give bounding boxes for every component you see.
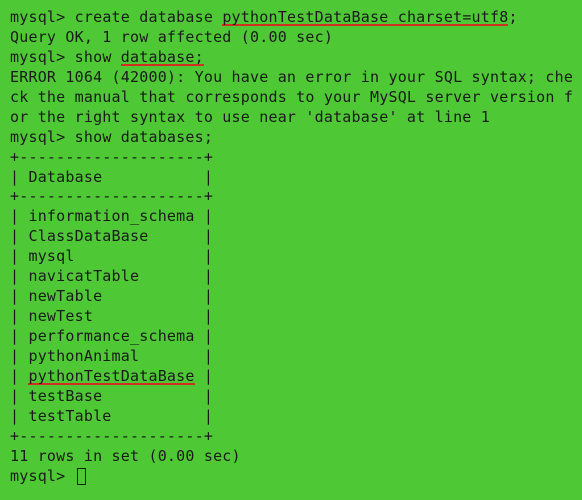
cmd-line-3: mysql> show databases; bbox=[10, 128, 572, 148]
error-line: ck the manual that corresponds to your M… bbox=[10, 88, 572, 108]
table-separator: +--------------------+ bbox=[10, 427, 572, 447]
output-line: Query OK, 1 row affected (0.00 sec) bbox=[10, 28, 572, 48]
table-row: | newTable | bbox=[10, 287, 572, 307]
table-row: | mysql | bbox=[10, 247, 572, 267]
cmd-line-2: mysql> show database; bbox=[10, 48, 572, 68]
table-row: | testBase | bbox=[10, 387, 572, 407]
cmd-text: show databases; bbox=[65, 128, 213, 146]
table-separator: +--------------------+ bbox=[10, 187, 572, 207]
table-row: | navicatTable | bbox=[10, 267, 572, 287]
error-line: ERROR 1064 (42000): You have an error in… bbox=[10, 68, 572, 88]
error-line: or the right syntax to use near 'databas… bbox=[10, 108, 572, 128]
table-row: | newTest | bbox=[10, 307, 572, 327]
prompt: mysql> bbox=[10, 128, 65, 146]
cmd-text: ; bbox=[508, 8, 517, 26]
row-post: | bbox=[195, 367, 213, 385]
cmd-text: show bbox=[65, 48, 120, 66]
table-row: | information_schema | bbox=[10, 207, 572, 227]
prompt: mysql> bbox=[10, 467, 65, 485]
table-row: | ClassDataBase | bbox=[10, 227, 572, 247]
cmd-line-1: mysql> create database pythonTestDataBas… bbox=[10, 8, 572, 28]
table-row: | performance_schema | bbox=[10, 327, 572, 347]
space bbox=[65, 467, 74, 485]
underline-annotation: database; bbox=[121, 50, 204, 66]
summary-line: 11 rows in set (0.00 sec) bbox=[10, 447, 572, 467]
table-row-highlighted: | pythonTestDataBase | bbox=[10, 367, 572, 387]
cmd-text: create database bbox=[65, 8, 222, 26]
underline-annotation: pythonTestDataBase bbox=[28, 369, 194, 385]
table-header: | Database | bbox=[10, 168, 572, 188]
table-row: | testTable | bbox=[10, 407, 572, 427]
prompt-line[interactable]: mysql> bbox=[10, 467, 572, 487]
cursor-icon bbox=[77, 468, 86, 485]
prompt: mysql> bbox=[10, 8, 65, 26]
row-pre: | bbox=[10, 367, 28, 385]
table-row: | pythonAnimal | bbox=[10, 347, 572, 367]
table-separator: +--------------------+ bbox=[10, 148, 572, 168]
underline-annotation: pythonTestDataBase charset=utf8 bbox=[222, 10, 508, 26]
prompt: mysql> bbox=[10, 48, 65, 66]
